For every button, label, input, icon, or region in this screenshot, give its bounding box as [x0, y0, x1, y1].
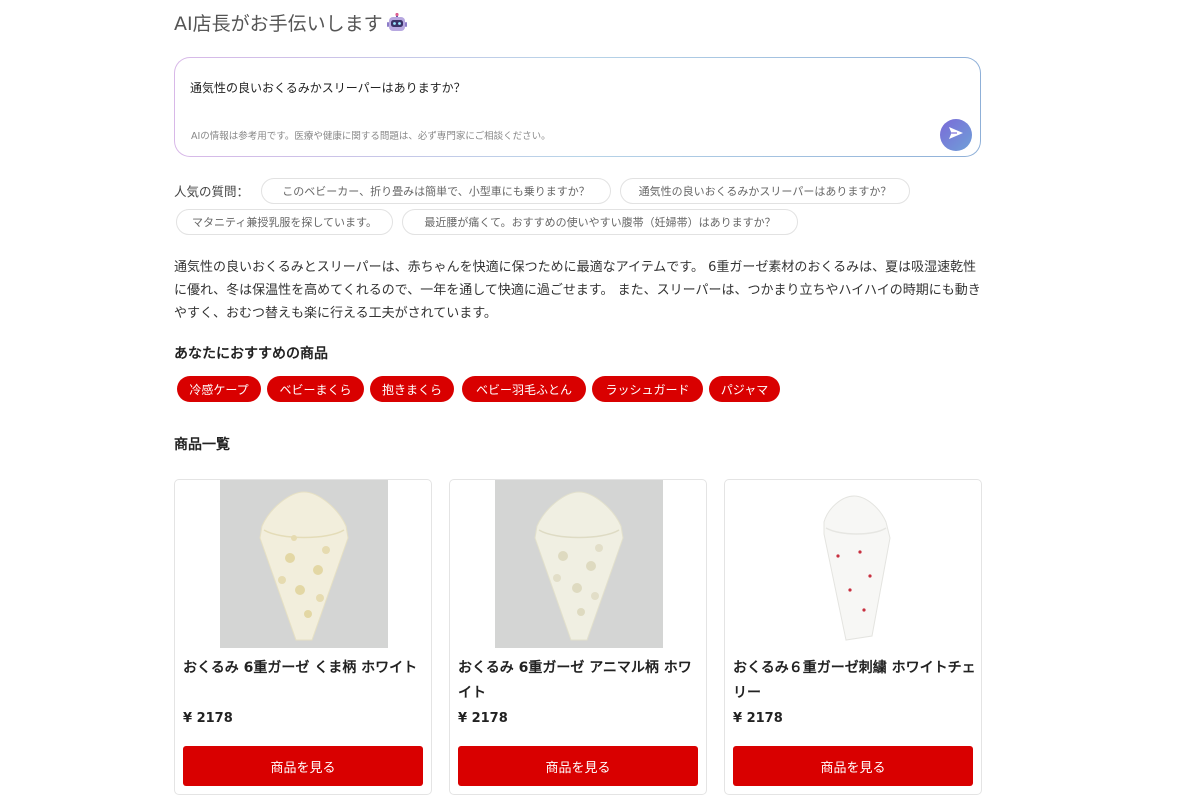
product-name: おくるみ 6重ガーゼ くま柄 ホワイト: [183, 660, 418, 676]
recommend-tag[interactable]: ベビーまくら: [267, 376, 364, 402]
ai-answer-text: 通気性の良いおくるみとスリーパーは、赤ちゃんを快適に保つために最適なアイテムです…: [174, 260, 981, 321]
recommend-tag[interactable]: 抱きまくら: [370, 376, 454, 402]
recommend-tag[interactable]: パジャマ: [709, 376, 780, 402]
page-title: AI店長がお手伝いします: [174, 9, 407, 36]
page-title-text: AI店長がお手伝いします: [174, 13, 383, 35]
view-product-button[interactable]: 商品を見る: [183, 746, 423, 786]
chat-input[interactable]: [190, 80, 890, 94]
product-image[interactable]: [770, 480, 938, 648]
chat-box: AIの情報は参考用です。医療や健康に関する問題は、必ず専門家にご相談ください。: [174, 57, 981, 157]
product-price: ¥ 2178: [183, 711, 233, 726]
recommend-tag[interactable]: ラッシュガード: [592, 376, 703, 402]
product-card: おくるみ 6重ガーゼ くま柄 ホワイト ¥ 2178 商品を見る: [174, 479, 432, 795]
view-product-button[interactable]: 商品を見る: [733, 746, 973, 786]
send-button[interactable]: [940, 119, 972, 151]
view-product-button[interactable]: 商品を見る: [458, 746, 698, 786]
popular-question-chip[interactable]: 通気性の良いおくるみかスリーパーはありますか？: [620, 178, 910, 204]
popular-questions-label: 人気の質問：: [174, 184, 250, 199]
product-image[interactable]: [495, 480, 663, 648]
products-section-title: 商品一覧: [174, 437, 230, 453]
product-card: おくるみ 6重ガーゼ アニマル柄 ホワイト ¥ 2178 商品を見る: [449, 479, 707, 795]
recommend-section-title: あなたにおすすめの商品: [174, 346, 328, 362]
recommend-tag[interactable]: 冷感ケープ: [177, 376, 261, 402]
product-name: おくるみ６重ガーゼ刺繍 ホワイトチェリー: [733, 660, 976, 701]
recommend-tag[interactable]: ベビー羽毛ふとん: [462, 376, 586, 402]
product-price: ¥ 2178: [458, 711, 508, 726]
popular-question-chip[interactable]: 最近腰が痛くて。おすすめの使いやすい腹帯（妊婦帯）はありますか？: [402, 209, 798, 235]
product-name: おくるみ 6重ガーゼ アニマル柄 ホワイト: [458, 660, 692, 701]
product-image[interactable]: [220, 480, 388, 648]
ai-disclaimer: AIの情報は参考用です。医療や健康に関する問題は、必ず専門家にご相談ください。: [191, 131, 551, 142]
popular-question-chip[interactable]: マタニティ兼授乳服を探しています。: [176, 209, 393, 235]
robot-icon: [386, 12, 407, 33]
chat-box-inner: AIの情報は参考用です。医療や健康に関する問題は、必ず専門家にご相談ください。: [175, 58, 980, 156]
popular-question-chip[interactable]: このベビーカー、折り畳みは簡単で、小型車にも乗りますか？: [261, 178, 611, 204]
product-card: おくるみ６重ガーゼ刺繍 ホワイトチェリー ¥ 2178 商品を見る: [724, 479, 982, 795]
send-icon: [948, 125, 964, 145]
product-price: ¥ 2178: [733, 711, 783, 726]
